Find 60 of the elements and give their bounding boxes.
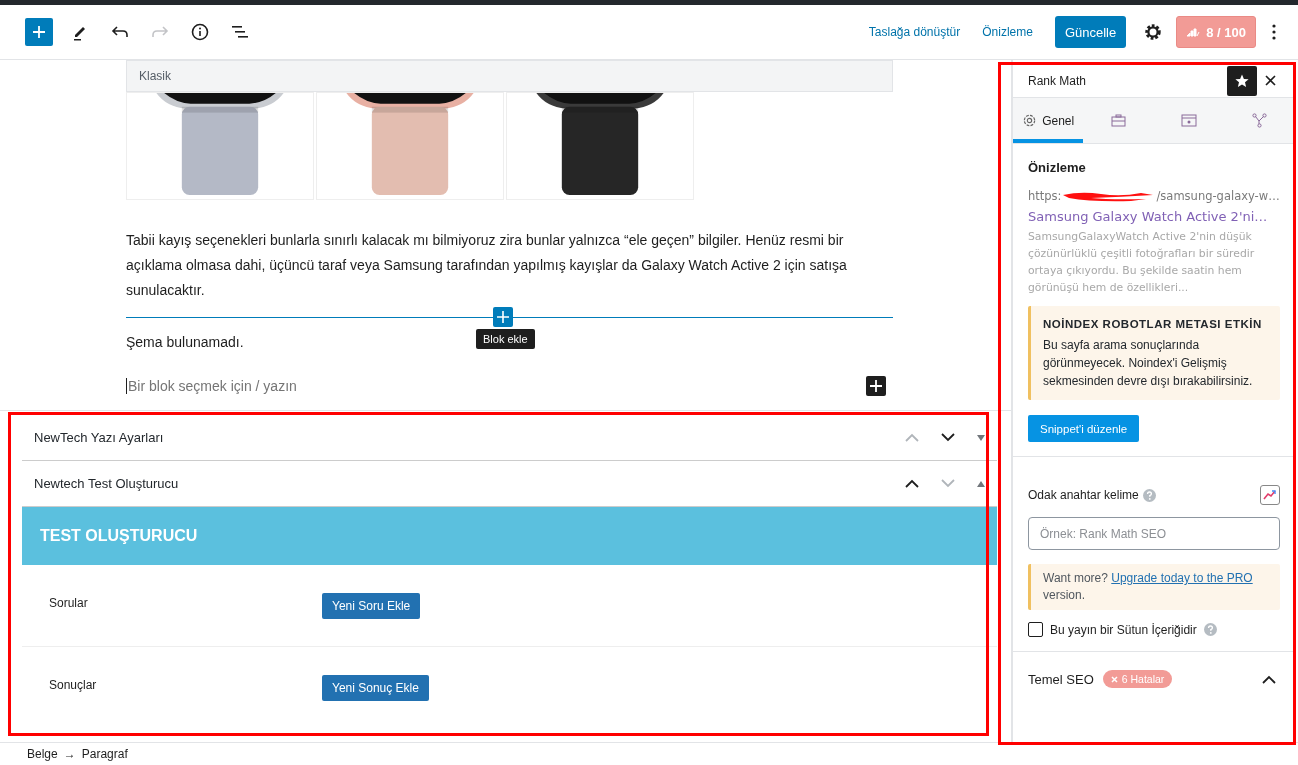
move-up-icon[interactable]: [905, 479, 919, 488]
star-icon: [1234, 73, 1249, 88]
schema-note: Şema bulunamadı.: [126, 334, 244, 350]
block-label: Klasik: [126, 60, 893, 92]
upsell-notice: Want more? Upgrade today to the PRO version.: [1028, 564, 1280, 610]
snippet-title: Samsung Galaxy Watch Active 2'ni…: [1028, 209, 1269, 224]
network-icon: [1251, 113, 1267, 128]
plus-icon: [32, 25, 46, 39]
move-down-icon[interactable]: [941, 433, 955, 442]
collapse-button[interactable]: [1261, 674, 1276, 684]
toggle-button[interactable]: [977, 434, 985, 441]
undo-icon: [111, 25, 129, 39]
breadcrumb-link[interactable]: Belge: [27, 747, 58, 761]
meta-box-title: Newtech Test Oluşturucu: [34, 476, 180, 491]
close-icon: [1110, 675, 1118, 683]
plus-icon: [497, 311, 509, 323]
update-button[interactable]: Güncelle: [1054, 16, 1127, 48]
url-text: https:: [1028, 189, 1062, 203]
notice-title: NOİNDEX ROBOTLAR METASI ETKİN: [1043, 317, 1263, 332]
browser-icon: [1181, 114, 1198, 127]
switch-to-draft-link[interactable]: Taslağa dönüştür: [868, 25, 961, 39]
snippet-description: SamsungGalaxyWatch Active 2'nin düşük çözünürlüklü çeşitli fotoğrafları bir süredir ortaya çıkıyordu. Bu şekilde saatin hem görünüşü hem de özellikleri...: [1028, 229, 1256, 296]
trend-icon: [1263, 490, 1277, 500]
breadcrumb-link[interactable]: Paragraf: [81, 747, 128, 761]
close-icon: [1265, 75, 1277, 86]
test-builder-header: TEST OLUŞTURUCU: [22, 507, 997, 565]
url-text: /samsung-galaxy-w…: [1156, 189, 1280, 203]
paragraph: Tabii kayış seçenekleri bunlarla sınırlı kalacak mı bilmiyoruz zira bunlar yalnızca “ele geçen” bilgiler. Henüz resmi bir açıklama olmasa dahi, üçüncü taraf veya Samsung tarafından yapılmış kayışlar da Galaxy Watch Active 2 için satışa sunulacaktır.: [126, 231, 848, 300]
section-title: Temel SEO: [1028, 671, 1094, 687]
field-label: Odak anahtar kelime: [1028, 488, 1139, 502]
chart-icon: [1186, 27, 1201, 37]
plus-icon: [870, 380, 882, 392]
panel-title: Rank Math: [1028, 73, 1088, 88]
settings-button[interactable]: [1144, 23, 1163, 41]
redo-icon: [151, 25, 169, 39]
checkbox-label: Bu yayın bir Sütun İçeriğidir: [1050, 622, 1197, 637]
checkbox[interactable]: [1028, 622, 1043, 637]
upgrade-link[interactable]: Upgrade today to the PRO: [1111, 571, 1253, 585]
preview-link[interactable]: Önizleme: [982, 25, 1033, 39]
insert-block-button[interactable]: [493, 307, 513, 327]
briefcase-icon: [1111, 114, 1127, 127]
keyword-input-field[interactable]: Örnek: Rank Math SEO: [1028, 517, 1280, 550]
tooltip: Blok ekle: [476, 329, 535, 349]
row-label: Sonuçlar: [48, 677, 98, 692]
add-button[interactable]: Yeni Soru Ekle: [322, 593, 421, 619]
toggle-button[interactable]: [977, 480, 985, 487]
trend-chart-button[interactable]: [1259, 485, 1280, 505]
add-button[interactable]: Yeni Sonuç Ekle: [322, 675, 429, 701]
edit-snippet-button[interactable]: Snippet'i düzenle: [1028, 415, 1140, 442]
row-label: Sorular: [48, 595, 89, 610]
list-icon: [231, 24, 249, 40]
pin-button[interactable]: [1226, 65, 1257, 96]
notice-text: Bu sayfa arama sonuçlarında görünmeyecek. Noindex'i Gelişmiş sekmesinden devre dışı bırakabilirsiniz.: [1043, 337, 1254, 390]
breadcrumb-separator: →: [63, 747, 76, 761]
add-block-button[interactable]: [866, 376, 886, 396]
error-badge: 6 Hatalar: [1102, 670, 1173, 688]
gear-icon: [1022, 113, 1038, 128]
meta-box-title: NewTech Yazı Ayarları: [34, 430, 165, 445]
info-icon: [191, 23, 209, 41]
section-heading: Önizleme: [1028, 160, 1087, 175]
